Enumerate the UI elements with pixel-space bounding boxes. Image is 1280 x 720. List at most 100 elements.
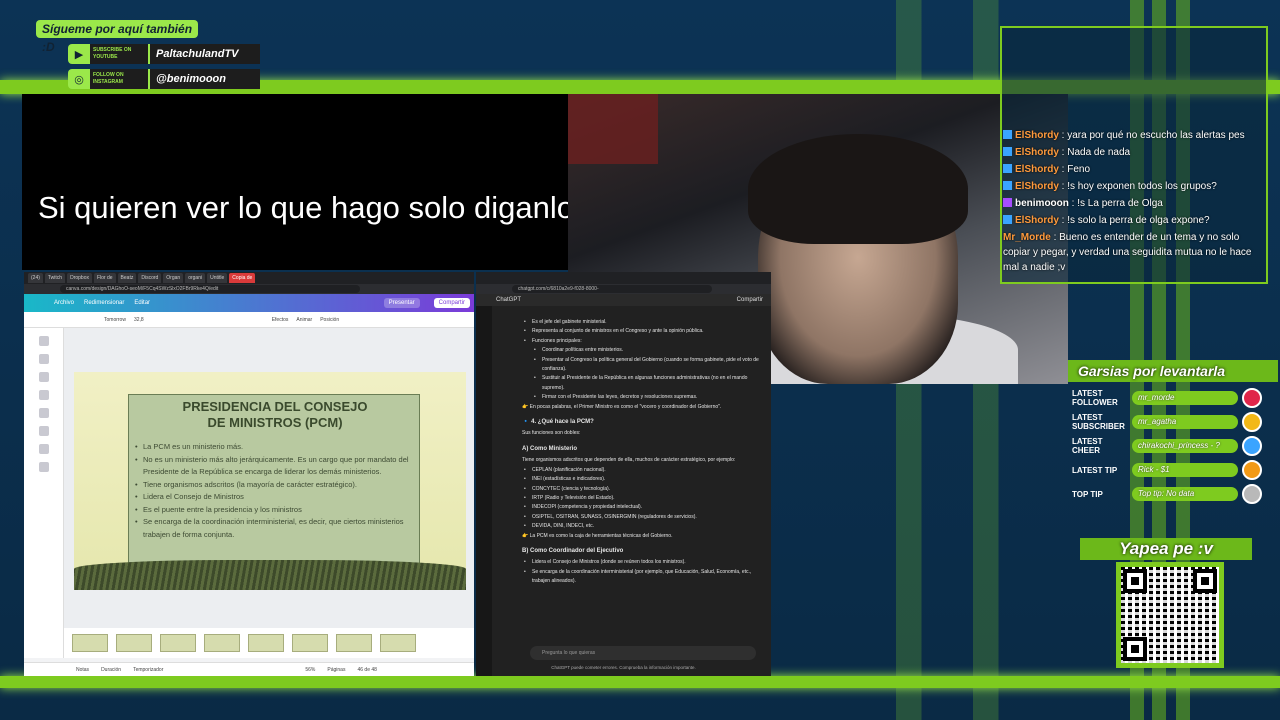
browser-tab[interactable]: Beatz — [117, 273, 137, 283]
effects-button[interactable]: Efectos — [272, 317, 289, 323]
chat-text: !s solo la perra de olga expone? — [1067, 215, 1210, 226]
chatgpt-tab-bar — [476, 272, 771, 284]
stream-caption: Si quieren ver lo que hago solo diganlo … — [38, 190, 607, 225]
browser-tab[interactable]: Twitch — [44, 273, 66, 283]
share-button[interactable]: Compartir — [433, 298, 470, 308]
chatgpt-url[interactable]: chatgpt.com/c/6810a2e9-f028-8000- — [512, 285, 712, 293]
page-thumbnail[interactable] — [72, 634, 108, 652]
qr-frame — [1116, 562, 1224, 668]
present-button[interactable]: Presentar — [383, 298, 420, 308]
brand-icon[interactable] — [38, 390, 49, 400]
browser-tab[interactable]: Discord — [138, 273, 162, 283]
apps-icon[interactable] — [38, 462, 49, 472]
elements-icon[interactable] — [38, 354, 49, 364]
youtube-handle: PaltachulandTV — [148, 44, 260, 64]
browser-tab[interactable]: Flor de — [93, 273, 116, 283]
alert-label: LATEST SUBSCRIBER — [1072, 413, 1125, 431]
response-line: Coordinar políticas entre ministerios. — [522, 346, 762, 356]
chat-badge-icon — [1003, 181, 1012, 190]
page-thumbnail[interactable] — [116, 634, 152, 652]
pages-button[interactable]: Páginas — [327, 667, 345, 673]
page-thumbnail[interactable] — [204, 634, 240, 652]
slide[interactable]: PRESIDENCIA DEL CONSEJO DE MINISTROS (PC… — [74, 372, 466, 590]
response-line: Es el jefe del gabinete ministerial. — [522, 318, 762, 328]
position-button[interactable]: Posición — [320, 317, 339, 323]
wall-poster — [568, 94, 658, 164]
projects-icon[interactable] — [38, 444, 49, 454]
chat-text: !s hoy exponen todos los grupos? — [1067, 181, 1217, 192]
browser-tab[interactable]: (24) — [28, 273, 43, 283]
browser-tab[interactable]: Copia de — [229, 273, 256, 283]
alert-icon — [1242, 436, 1262, 456]
page-thumbnails — [64, 628, 474, 658]
page-thumbnail[interactable] — [336, 634, 372, 652]
slide-bullet[interactable]: Lidera el Consejo de Ministros — [135, 491, 421, 504]
menu-editar[interactable]: Editar — [134, 300, 150, 306]
response-line: Se encarga de la coordinación interminis… — [522, 568, 762, 587]
canva-canvas: PRESIDENCIA DEL CONSEJO DE MINISTROS (PC… — [64, 328, 474, 658]
page-thumbnail[interactable] — [160, 634, 196, 652]
page-thumbnail[interactable] — [292, 634, 328, 652]
chatgpt-prompt-input[interactable]: Pregunta lo que quieras — [530, 646, 756, 660]
response-line: INDECOPI (competencia y propiedad intele… — [522, 503, 762, 513]
chatgpt-share-button[interactable]: Compartir — [737, 297, 763, 303]
slide-bullet[interactable]: Tiene organismos adscritos (la mayoría d… — [135, 479, 421, 492]
timer-button[interactable]: Temporizador — [133, 667, 163, 673]
chatgpt-response: Es el jefe del gabinete ministerial.Repr… — [522, 318, 762, 587]
slide-bullet[interactable]: No es un ministerio más alto jerárquicam… — [135, 454, 421, 479]
alert-icon — [1242, 412, 1262, 432]
browser-tab[interactable]: Untitle — [207, 273, 228, 283]
response-line: Representa al conjunto de ministros en e… — [522, 327, 762, 337]
alert-row: LATEST FOLLOWER mr_morde — [1072, 388, 1262, 408]
chatgpt-url-bar: chatgpt.com/c/6810a2e9-f028-8000- — [476, 284, 771, 294]
font-select[interactable]: Tomorrow — [104, 317, 126, 323]
alert-icon — [1242, 460, 1262, 480]
notes-button[interactable]: Notas — [76, 667, 89, 673]
browser-tab[interactable]: Dropbox — [67, 273, 92, 283]
response-line: Sustituir al Presidente de la República … — [522, 374, 762, 393]
page-thumbnail[interactable] — [380, 634, 416, 652]
design-icon[interactable] — [38, 336, 49, 346]
alert-row: TOP TIP Top tip: No data — [1072, 484, 1262, 504]
response-line: 👉 En pocas palabras, el Primer Ministro … — [522, 403, 722, 410]
slide-card[interactable]: PRESIDENCIA DEL CONSEJO DE MINISTROS (PC… — [128, 394, 420, 566]
slide-bullet[interactable]: Se encarga de la coordinación interminis… — [135, 516, 421, 541]
chatgpt-header: ChatGPT Compartir — [476, 294, 771, 306]
canva-url[interactable]: canva.com/design/DAGhoO-seoM/F5Cq4SWzSlx… — [60, 285, 360, 293]
page-thumbnail[interactable] — [248, 634, 284, 652]
chat-message: ElShordy : Feno — [1003, 162, 1263, 177]
canva-status-bar: Notas Duración Temporizador 56% Páginas … — [24, 662, 474, 676]
zoom-level[interactable]: 56% — [305, 667, 315, 673]
instagram-caption: FOLLOW ON INSTAGRAM — [90, 69, 148, 89]
canva-browser-window: (24) Twitch Dropbox Flor de Beatz Discord Orga… — [24, 272, 474, 676]
slide-title[interactable]: PRESIDENCIA DEL CONSEJO DE MINISTROS (PC… — [129, 399, 421, 431]
slide-bullets[interactable]: La PCM es un ministerio más.No es un min… — [135, 441, 421, 541]
chat-text: Feno — [1067, 164, 1091, 175]
menu-archivo[interactable]: Archivo — [54, 300, 74, 306]
response-heading: A) Como Ministerio — [522, 445, 577, 452]
text-icon[interactable] — [38, 372, 49, 382]
duration-button[interactable]: Duración — [101, 667, 121, 673]
menu-redimensionar[interactable]: Redimensionar — [84, 300, 124, 306]
uploads-icon[interactable] — [38, 408, 49, 418]
browser-tab[interactable]: Organ — [163, 273, 184, 283]
slide-bullet[interactable]: Es el puente entre la presidencia y los … — [135, 504, 421, 517]
chat-username: ElShordy — [1015, 130, 1059, 141]
response-line: OSIPTEL, OSITRAN, SUNASS, OSINERGMIN (re… — [522, 513, 762, 523]
browser-tab[interactable]: organi — [185, 273, 206, 283]
response-line: DEVIDA, DINI, INDECI, etc. — [522, 522, 762, 532]
slide-bullet[interactable]: La PCM es un ministerio más. — [135, 441, 421, 454]
chat-badge-icon — [1003, 147, 1012, 156]
animate-button[interactable]: Animar — [296, 317, 312, 323]
response-line: Funciones principales: — [522, 337, 762, 347]
instagram-handle: @benimooon — [148, 69, 260, 89]
font-size-input[interactable]: 32,8 — [134, 317, 144, 323]
response-line: Lidera el Consejo de Ministros (donde se… — [522, 558, 762, 568]
chatgpt-title[interactable]: ChatGPT — [496, 297, 521, 303]
response-line: Tiene organismos adscritos que dependen … — [522, 457, 736, 464]
grass-decoration — [74, 560, 466, 590]
instagram-social: ◎ FOLLOW ON INSTAGRAM @benimooon — [68, 69, 260, 89]
alert-value: Rick - $1 — [1132, 463, 1238, 477]
draw-icon[interactable] — [38, 426, 49, 436]
youtube-caption: SUBSCRIBE ON YOUTUBE — [90, 44, 148, 64]
